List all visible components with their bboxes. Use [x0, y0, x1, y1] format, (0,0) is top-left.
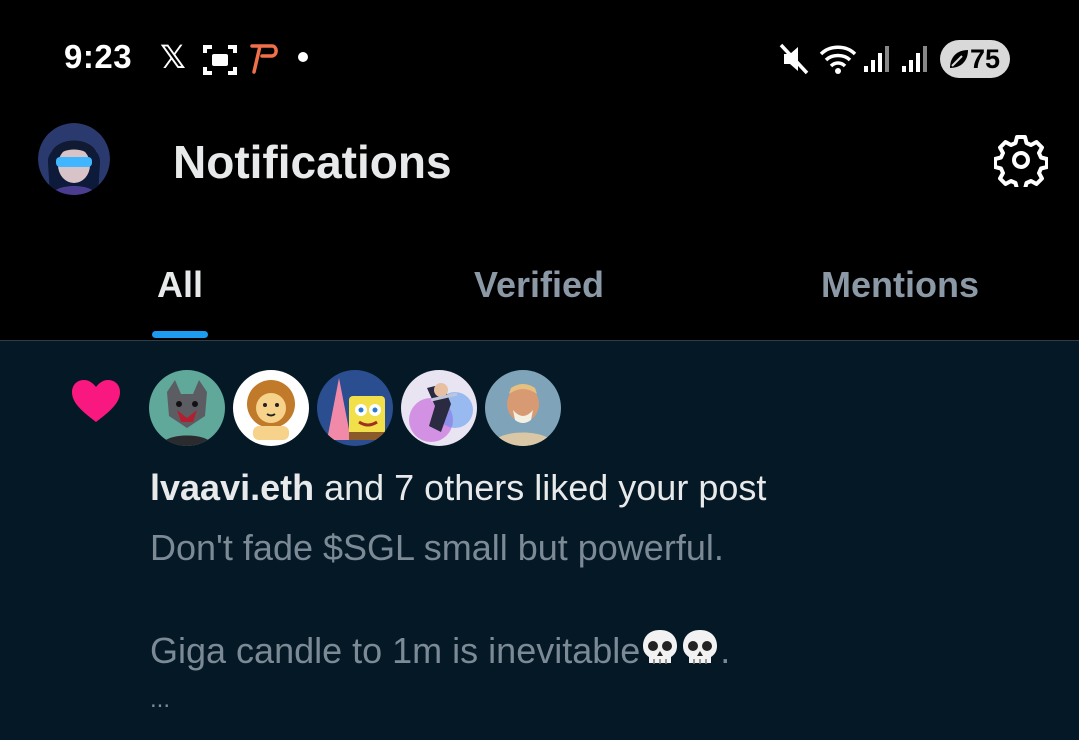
skull-emoji-icon — [680, 627, 720, 676]
liker-avatar[interactable] — [317, 370, 393, 446]
status-time: 9:23 — [64, 38, 133, 75]
profile-avatar[interactable] — [38, 123, 110, 195]
battery-percent: 75 — [970, 44, 1001, 74]
tab-mentions[interactable]: Mentions — [821, 264, 979, 306]
liker-avatar[interactable] — [149, 370, 225, 446]
status-bar: 9:23 𝕏 75 — [0, 0, 1079, 120]
signal-icon — [900, 42, 932, 81]
notification-tabs: All Verified Mentions — [0, 240, 1079, 340]
wifi-icon — [818, 42, 858, 81]
liker-avatar[interactable] — [401, 370, 477, 446]
active-tab-indicator — [152, 331, 208, 338]
page-title: Notifications — [173, 136, 452, 188]
post-text-suffix: . — [720, 630, 731, 671]
x-logo-icon: 𝕏 — [160, 38, 186, 76]
skull-emoji-icon — [640, 627, 680, 676]
post-truncation-ellipsis: ... — [150, 686, 171, 713]
summary-text: and 7 others liked your post — [314, 467, 767, 508]
notification-summary: lvaavi.eth and 7 others liked your post — [150, 467, 766, 509]
post-text-line: Giga candle to 1m is inevitable. — [150, 627, 730, 676]
p-app-icon — [248, 40, 280, 79]
liker-avatar[interactable] — [485, 370, 561, 446]
settings-gear-icon[interactable] — [993, 133, 1049, 192]
signal-icon — [862, 42, 894, 81]
mute-icon — [778, 42, 810, 81]
tab-all[interactable]: All — [157, 264, 203, 306]
battery-indicator: 75 — [940, 40, 1010, 78]
heart-icon — [70, 378, 122, 429]
liker-avatar[interactable] — [233, 370, 309, 446]
battery-saver-icon — [948, 48, 970, 75]
notification-dot-icon — [298, 52, 308, 62]
screenshot-icon — [202, 43, 238, 82]
post-text-line-2: Giga candle to 1m is inevitable — [150, 630, 641, 671]
actor-name[interactable]: lvaavi.eth — [150, 467, 314, 508]
post-text-line: Don't fade $SGL small but powerful. — [150, 527, 724, 568]
tab-verified[interactable]: Verified — [474, 264, 604, 306]
notification-item[interactable]: lvaavi.eth and 7 others liked your post … — [0, 341, 1079, 740]
